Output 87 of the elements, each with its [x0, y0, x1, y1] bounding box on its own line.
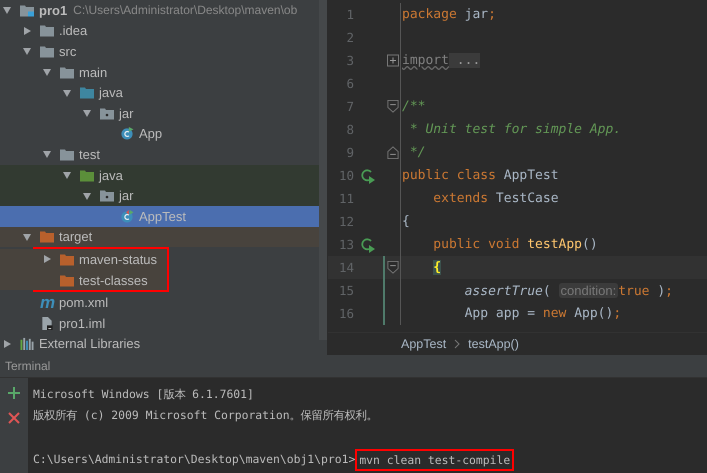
- code-line: import ...: [402, 53, 480, 68]
- code-line: public class AppTest: [402, 168, 559, 183]
- tree-item[interactable]: java: [0, 164, 319, 186]
- code-line: extends TestCase: [433, 191, 559, 206]
- line-number: 12: [338, 214, 354, 229]
- collapse-arrow-icon[interactable]: [62, 170, 72, 180]
- terminal-output: 版权所有 (c) 2009 Microsoft Corporation。保留所有权利。: [33, 407, 379, 424]
- collapse-arrow-icon[interactable]: [42, 149, 52, 160]
- run-test-icon[interactable]: [360, 236, 376, 252]
- line-number: 7: [345, 99, 354, 114]
- close-icon[interactable]: [8, 412, 20, 424]
- folder-icon: [60, 66, 74, 79]
- tree-item[interactable]: External Libraries: [0, 334, 319, 354]
- line-number: 1: [345, 7, 354, 22]
- expand-arrow-icon[interactable]: [42, 254, 52, 264]
- line-number: 2: [345, 30, 354, 45]
- project-path: C:\Users\Administrator\Desktop\maven\ob: [73, 3, 298, 18]
- panel-title: Terminal: [5, 359, 50, 373]
- breadcrumb[interactable]: AppTest: [401, 337, 446, 351]
- collapse-arrow-icon[interactable]: [82, 108, 92, 118]
- code-line: package jar;: [402, 7, 496, 22]
- folder-icon: [80, 168, 94, 182]
- class-icon: [120, 210, 134, 223]
- line-number: 10: [338, 168, 354, 183]
- tree-item[interactable]: src: [0, 41, 319, 62]
- terminal-prompt: C:\Users\Administrator\Desktop\maven\obj1\pro1>: [33, 451, 356, 468]
- code-line: public void testApp(): [433, 237, 598, 252]
- folder-icon: [60, 148, 74, 161]
- expand-fold-icon[interactable]: [386, 54, 398, 67]
- code-line: */: [408, 145, 426, 160]
- vertical-scrollbar[interactable]: [319, 0, 327, 340]
- tree-item[interactable]: jar: [0, 102, 319, 124]
- line-number: 3: [345, 53, 354, 68]
- collapse-arrow-icon[interactable]: [22, 232, 32, 242]
- folder-icon: [100, 189, 114, 202]
- line-number: 15: [338, 283, 354, 298]
- tree-item[interactable]: target: [0, 226, 319, 248]
- folder-icon: [60, 274, 74, 287]
- tree-item[interactable]: main: [0, 62, 319, 82]
- folder-icon: [40, 24, 54, 38]
- collapse-fold-icon[interactable]: [386, 146, 398, 159]
- tree-item[interactable]: m pom.xml: [0, 292, 319, 313]
- line-number: 9: [345, 145, 354, 160]
- collapse-arrow-icon[interactable]: [62, 88, 72, 98]
- code-line: * Unit test for simple App.: [408, 122, 622, 137]
- tree-item[interactable]: pro1 C:\Users\Administrator\Desktop\maven\ob: [0, 0, 319, 21]
- maven-icon: m: [40, 294, 54, 312]
- expand-arrow-icon[interactable]: [2, 338, 12, 349]
- code-line: assertTrue( condition:true );: [464, 282, 673, 298]
- collapse-arrow-icon[interactable]: [42, 67, 52, 78]
- tree-item[interactable]: .idea: [0, 20, 319, 42]
- terminal-command: mvn clean test-compile: [355, 448, 514, 470]
- collapse-arrow-icon[interactable]: [2, 5, 12, 16]
- line-number: 6: [345, 76, 354, 91]
- tree-item[interactable]: jar: [0, 185, 319, 206]
- folder-icon: [40, 230, 54, 244]
- line-number: 8: [345, 122, 354, 137]
- tree-item[interactable]: pro1.iml: [0, 312, 319, 334]
- folder-icon: [40, 44, 54, 58]
- line-number: 13: [338, 237, 354, 252]
- breadcrumb[interactable]: testApp(): [468, 337, 519, 351]
- chevron-icon: [454, 339, 460, 349]
- libraries-icon: [20, 337, 34, 350]
- run-test-icon[interactable]: [360, 168, 376, 184]
- folder-icon: [60, 252, 74, 266]
- tree-item[interactable]: test: [0, 144, 319, 165]
- tree-item[interactable]: test-classes: [0, 270, 167, 290]
- line-number: 11: [338, 191, 354, 206]
- add-icon[interactable]: [8, 387, 20, 399]
- code-line: {: [402, 214, 410, 229]
- collapse-arrow-icon[interactable]: [82, 190, 92, 201]
- collapse-fold-icon[interactable]: [386, 100, 398, 113]
- folder-icon: [100, 106, 114, 120]
- collapse-fold-icon[interactable]: [386, 261, 398, 274]
- file-icon: [40, 316, 54, 330]
- code-line: /**: [402, 99, 426, 114]
- tree-item[interactable]: maven-status: [0, 249, 167, 270]
- folder-icon: [20, 4, 34, 17]
- tree-item[interactable]: App: [0, 124, 319, 144]
- collapse-arrow-icon[interactable]: [22, 46, 32, 56]
- class-icon: [120, 127, 134, 140]
- terminal-output: Microsoft Windows [版本 6.1.7601]: [33, 386, 255, 403]
- tree-item[interactable]: java: [0, 82, 319, 103]
- folder-icon: [80, 86, 94, 100]
- line-number: 16: [338, 306, 354, 321]
- code-line: App app = new App();: [464, 306, 622, 321]
- expand-arrow-icon[interactable]: [22, 26, 32, 36]
